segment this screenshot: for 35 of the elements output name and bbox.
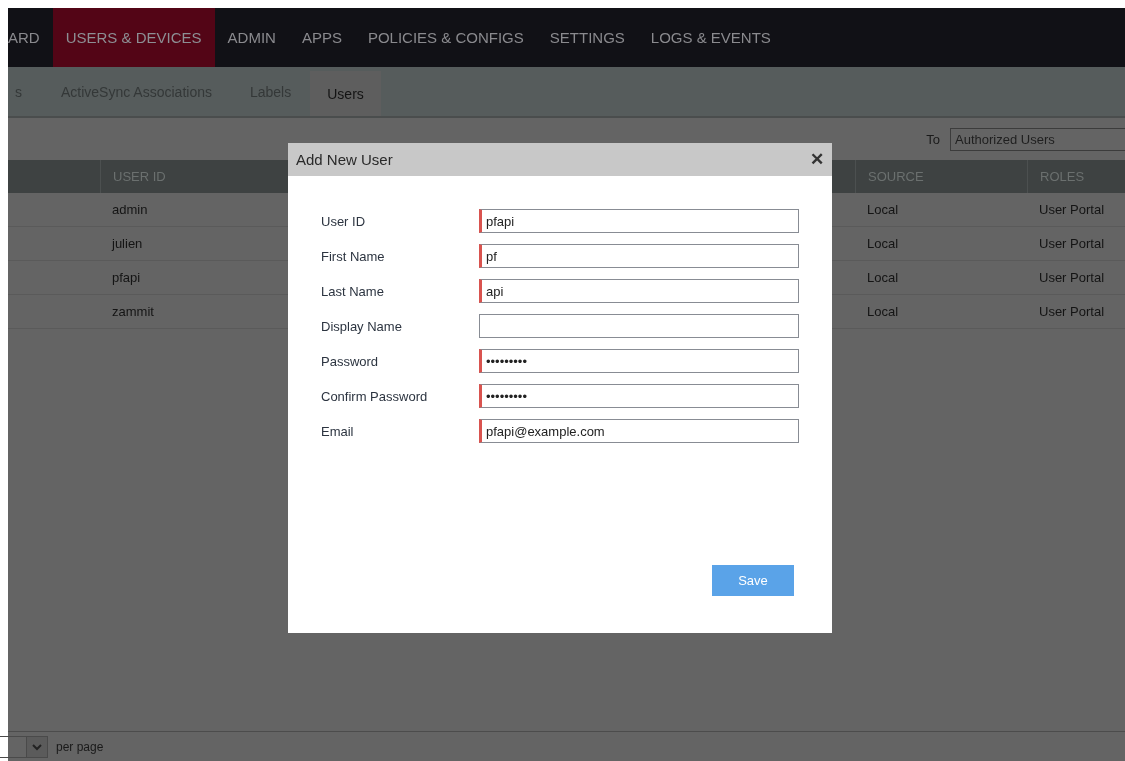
nav-tab[interactable]: ADMIN bbox=[214, 8, 289, 67]
table-cell: Local bbox=[855, 193, 1027, 227]
chevron-icon bbox=[26, 736, 47, 757]
nav-tab[interactable]: LOGS & EVENTS bbox=[637, 8, 784, 67]
nav-tab[interactable]: SETTINGS bbox=[536, 8, 638, 67]
sub-tab[interactable]: Users bbox=[310, 71, 381, 116]
field-label: Email bbox=[321, 423, 355, 439]
input-field[interactable]: ••••••••• bbox=[479, 349, 799, 373]
to-field[interactable]: Authorized Users bbox=[950, 127, 1125, 151]
table-cell: Local bbox=[855, 227, 1027, 261]
table-cell: User Portal bbox=[1027, 193, 1125, 227]
to-label: To bbox=[926, 131, 940, 147]
table-cell: User Portal bbox=[1027, 227, 1125, 261]
input-field[interactable]: pf bbox=[479, 244, 799, 268]
table-cell: Local bbox=[855, 261, 1027, 295]
page-size-select[interactable] bbox=[0, 735, 48, 758]
table-cell: Local bbox=[855, 295, 1027, 329]
table-cell: User Portal bbox=[1027, 261, 1125, 295]
input-field[interactable]: api bbox=[479, 279, 799, 303]
dialog-title: Add New User bbox=[296, 151, 393, 168]
nav-tab[interactable]: ARD bbox=[0, 8, 53, 67]
field-label: User ID bbox=[321, 213, 367, 229]
input-field[interactable]: ••••••••• bbox=[479, 384, 799, 408]
input-field[interactable] bbox=[479, 314, 799, 338]
input-field[interactable]: pfapi@example.com bbox=[479, 419, 799, 443]
input-field[interactable]: pfapi bbox=[479, 209, 799, 233]
nav-tab[interactable]: APPS bbox=[288, 8, 355, 67]
field-label: Password bbox=[321, 353, 380, 369]
close-button[interactable]: ✕ bbox=[810, 149, 824, 170]
field-label: First Name bbox=[321, 248, 386, 264]
nav-tab[interactable]: USERS & DEVICES bbox=[52, 8, 215, 67]
nav-tab[interactable]: POLICIES & CONFIGS bbox=[354, 8, 537, 67]
table-cell: User Portal bbox=[1027, 295, 1125, 329]
field-label: Confirm Password bbox=[321, 388, 429, 404]
per-page-label: per page bbox=[56, 739, 104, 754]
